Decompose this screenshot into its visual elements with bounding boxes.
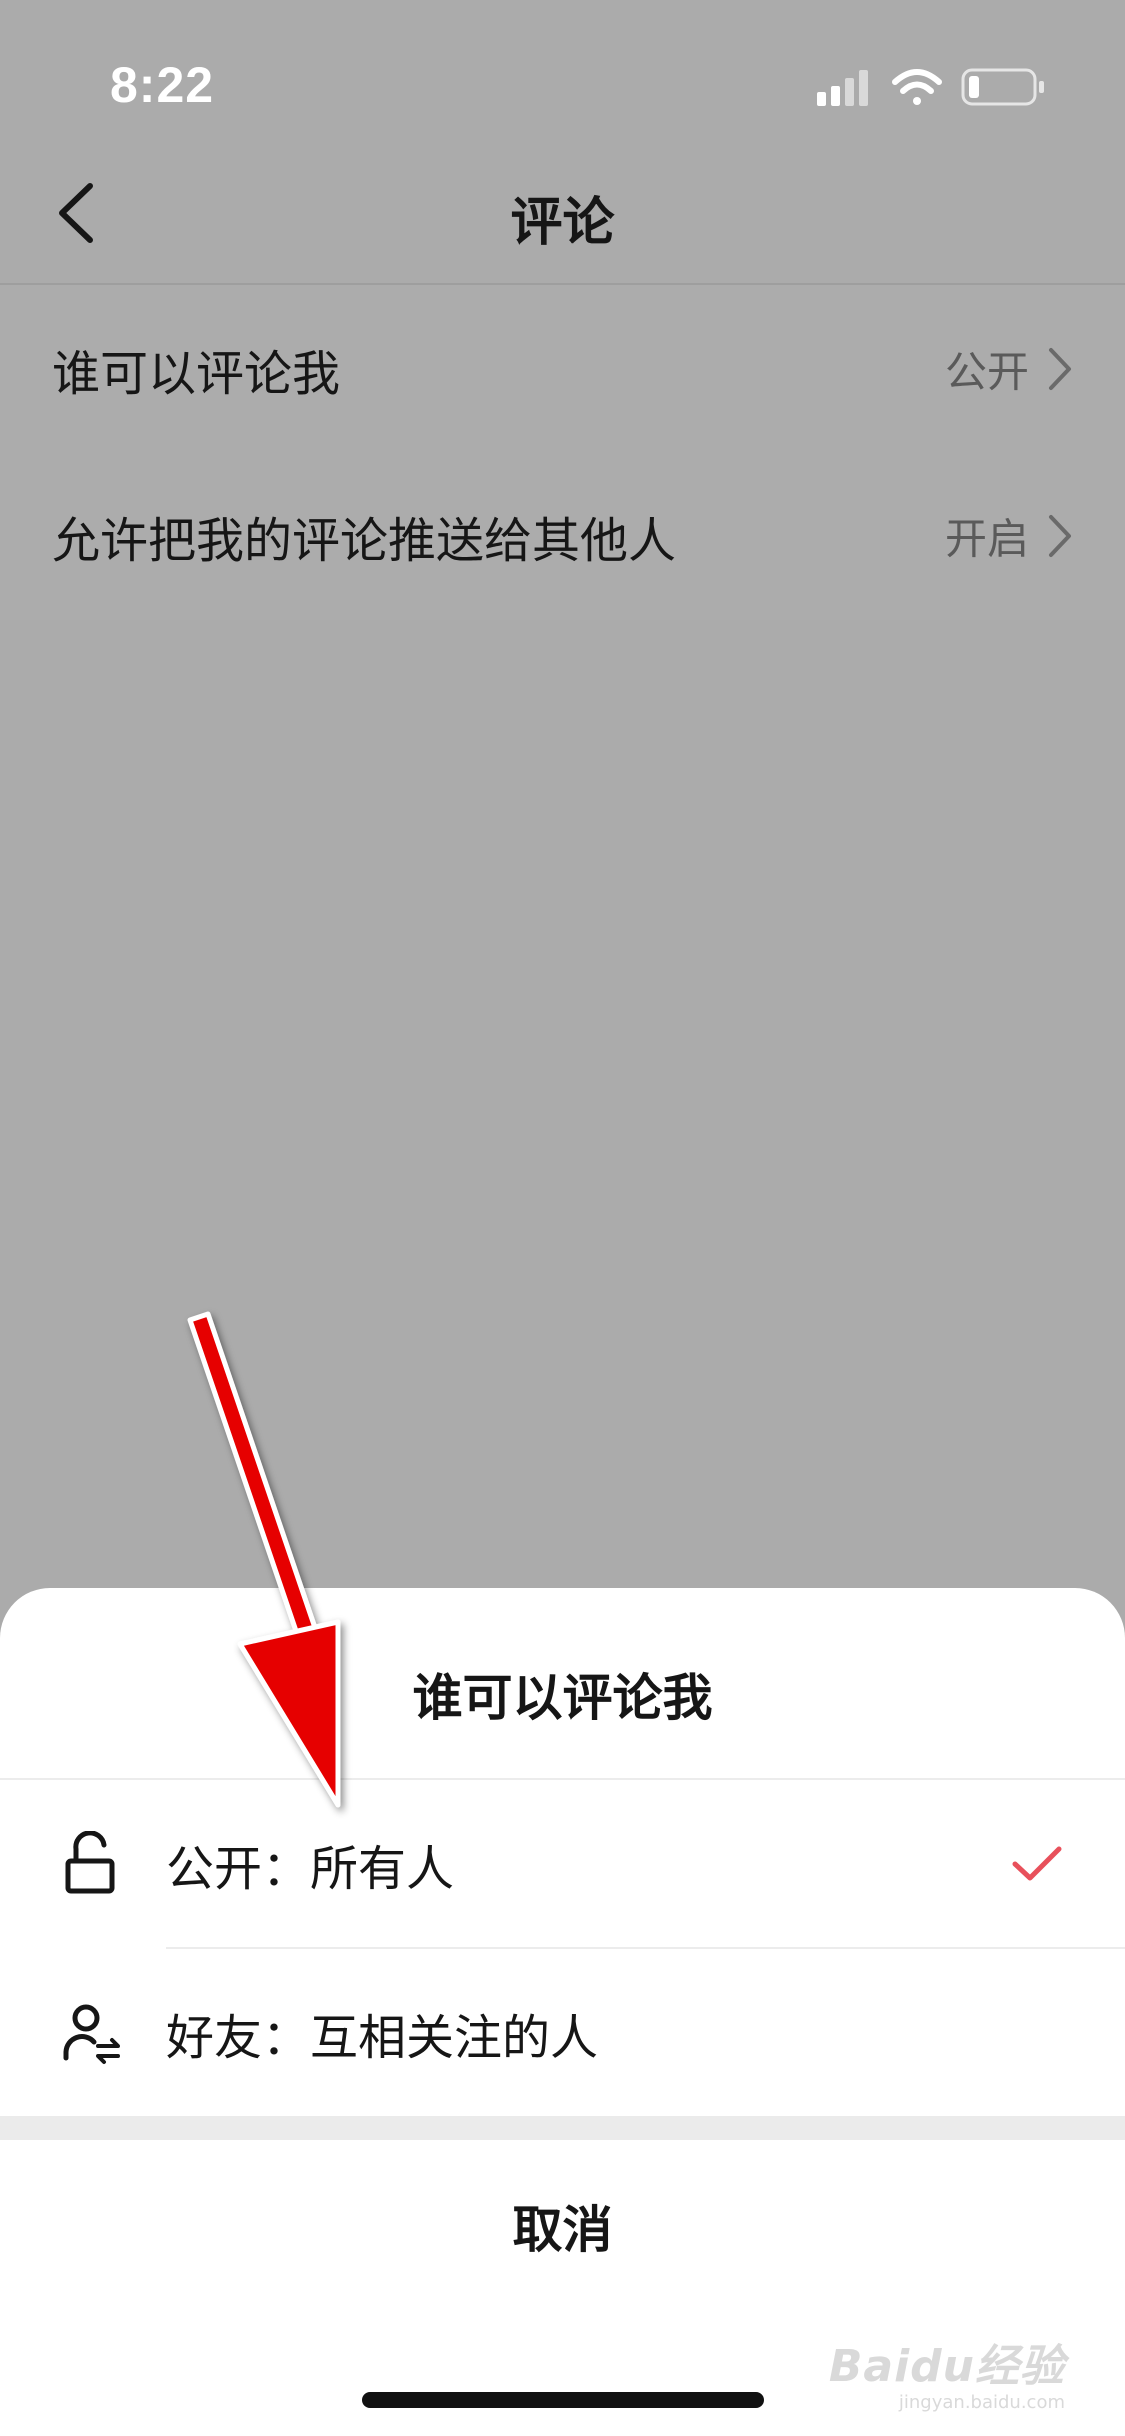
setting-value: 公开 — [944, 347, 1029, 396]
mutual-follow-user-icon — [63, 2004, 120, 2064]
annotation-arrow — [187, 1311, 341, 1808]
home-indicator[interactable] — [362, 2392, 764, 2408]
chevron-right-icon — [1049, 347, 1071, 390]
watermark: Baidu经验 jingyan.baidu.com — [829, 2330, 1065, 2413]
setting-push-comments[interactable]: 允许把我的评论推送给其他人 开启 — [0, 452, 1125, 619]
check-icon — [1012, 1846, 1062, 1880]
settings-list: 谁可以评论我 公开 允许把我的评论推送给其他人 开启 — [0, 285, 1125, 620]
watermark-logo: Baidu经验 — [828, 2341, 1065, 2392]
option-friends[interactable]: 好友：互相关注的人 — [0, 1949, 1125, 2116]
setting-value: 开启 — [944, 514, 1029, 563]
cellular-signal-icon — [817, 70, 868, 106]
setting-who-can-comment[interactable]: 谁可以评论我 公开 — [0, 285, 1125, 452]
nav-bar: 评论 — [0, 140, 1125, 285]
watermark-url: jingyan.baidu.com — [898, 2392, 1065, 2413]
sheet-separator — [0, 2116, 1125, 2140]
option-label: 好友：互相关注的人 — [166, 2009, 599, 2066]
chevron-right-icon — [1049, 514, 1071, 557]
status-time: 8:22 — [110, 57, 215, 113]
battery-icon — [961, 68, 1044, 106]
wifi-icon — [892, 69, 942, 105]
unlock-icon — [65, 1830, 115, 1893]
option-label: 公开：所有人 — [166, 1840, 455, 1897]
setting-label: 允许把我的评论推送给其他人 — [52, 512, 677, 569]
status-icons — [817, 68, 1044, 106]
cancel-button[interactable]: 取消 — [0, 2140, 1125, 2320]
setting-label: 谁可以评论我 — [52, 345, 341, 402]
status-bar: 8:22 — [0, 0, 1125, 140]
page-title: 评论 — [510, 193, 615, 253]
